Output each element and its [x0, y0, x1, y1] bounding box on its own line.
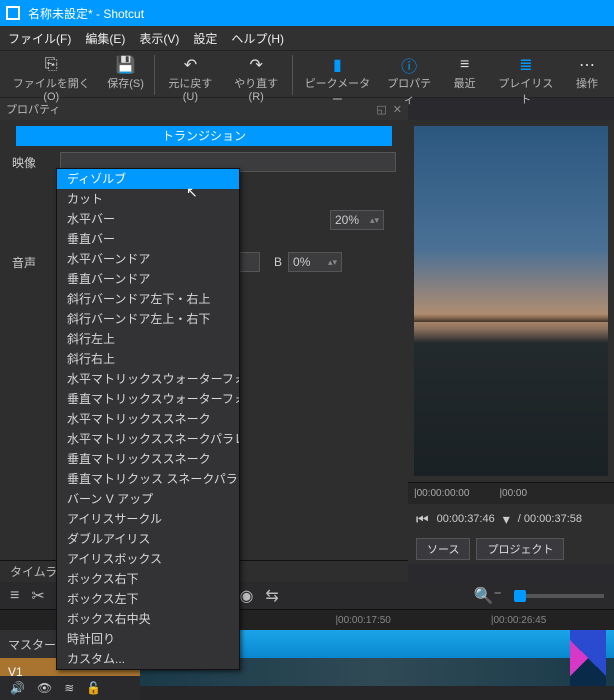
dropdown-item[interactable]: 水平マトリックスウォーターフォ	[57, 369, 239, 389]
recent-icon: ≡	[460, 55, 469, 75]
undo-icon: ↶	[184, 55, 197, 75]
dropdown-item[interactable]: 垂直マトリックスウォーターフォ	[57, 389, 239, 409]
dropdown-item[interactable]: 時計回り	[57, 629, 239, 649]
mouse-cursor-icon: ↖	[186, 184, 198, 201]
dropdown-item[interactable]: ボックス左下	[57, 589, 239, 609]
dropdown-item[interactable]: 水平マトリックススネーク	[57, 409, 239, 429]
dropdown-item[interactable]: カスタム...	[57, 649, 239, 669]
zoom-out-icon[interactable]: 🔍⁻	[474, 586, 502, 606]
transition-clip[interactable]	[570, 630, 606, 686]
dropdown-item[interactable]: 斜行左上	[57, 329, 239, 349]
audio-label: 音声	[12, 254, 60, 271]
dropdown-item[interactable]: ディゾルブ	[57, 169, 239, 189]
app-logo-icon	[6, 6, 20, 20]
toolbar-peakmeter[interactable]: ▮ピークメーター	[296, 55, 379, 107]
chevron-down-icon[interactable]: ▾	[503, 511, 510, 528]
main-toolbar: ⎘ファイルを開く(O) 💾保存(S) ↶元に戻す(U) ↷やり直す(R) ▮ピー…	[0, 50, 614, 98]
menu-file[interactable]: ファイル(F)	[8, 30, 71, 47]
menu-edit[interactable]: 編集(E)	[85, 30, 125, 47]
toolbar-undo[interactable]: ↶元に戻す(U)	[158, 55, 224, 103]
scrub-icon[interactable]: ◉	[239, 586, 253, 606]
b-label: B	[274, 255, 282, 269]
dropdown-item[interactable]: アイリスボックス	[57, 549, 239, 569]
layers-icon[interactable]: ≋	[64, 681, 74, 695]
toolbar-open[interactable]: ⎘ファイルを開く(O)	[2, 55, 101, 103]
info-icon: ⓘ	[401, 55, 417, 75]
menu-bar: ファイル(F) 編集(E) 表示(V) 設定 ヘルプ(H)	[0, 26, 614, 50]
spin-arrows-icon[interactable]: ▴▾	[328, 258, 337, 266]
dropdown-item[interactable]: ボックス右中央	[57, 609, 239, 629]
timeline-menu-icon[interactable]: ≡	[10, 587, 19, 605]
spin-arrows-icon[interactable]: ▴▾	[370, 216, 379, 224]
duration-display: / 00:00:37:58	[518, 513, 582, 525]
preview-image	[414, 126, 608, 476]
separator	[154, 55, 155, 95]
volume-icon[interactable]: 🔊	[10, 681, 25, 695]
window-titlebar: 名称未設定* - Shotcut	[0, 0, 614, 26]
dropdown-item[interactable]: 水平マトリックススネークパラレ	[57, 429, 239, 449]
more-icon: ⋯	[579, 55, 595, 75]
dropdown-item[interactable]: 垂直マトリクッス スネークパラレ	[57, 469, 239, 489]
video-preview[interactable]	[414, 126, 608, 476]
save-icon: 💾	[116, 55, 136, 75]
dropdown-item[interactable]: 垂直マトリックススネーク	[57, 449, 239, 469]
video-label: 映像	[12, 154, 60, 171]
track-controls: 🔊 👁 ≋ 🔓	[0, 676, 140, 700]
toolbar-playlist[interactable]: ≣プレイリスト	[490, 55, 562, 107]
toolbar-extra[interactable]: ⋯操作	[562, 55, 612, 91]
preview-panel: |00:00:00:00 |00:00 ⏮ 00:00:37:46 ▾ / 00…	[408, 120, 614, 564]
project-tab[interactable]: プロジェクト	[476, 538, 564, 560]
lock-icon[interactable]: 🔓	[86, 681, 101, 695]
toolbar-save[interactable]: 💾保存(S)	[101, 55, 151, 91]
dropdown-item[interactable]: 水平バーンドア	[57, 249, 239, 269]
visibility-icon[interactable]: 👁	[37, 681, 52, 695]
menu-view[interactable]: 表示(V)	[139, 30, 179, 47]
ripple-icon[interactable]: ⇆	[265, 586, 278, 606]
dropdown-item[interactable]: 斜行バーンドア左下・右上	[57, 289, 239, 309]
source-tab[interactable]: ソース	[416, 538, 470, 560]
transition-heading: トランジション	[16, 126, 392, 146]
properties-panel-title: プロパティ	[6, 101, 60, 117]
dropdown-item[interactable]: 斜行バーンドア左上・右下	[57, 309, 239, 329]
dropdown-item[interactable]: 斜行右上	[57, 349, 239, 369]
dropdown-item[interactable]: カット	[57, 189, 239, 209]
zoom-slider[interactable]	[514, 594, 604, 598]
dropdown-item[interactable]: ダブルアイリス	[57, 529, 239, 549]
menu-settings[interactable]: 設定	[193, 30, 217, 47]
dropdown-item[interactable]: 垂直バーンドア	[57, 269, 239, 289]
preview-ruler[interactable]: |00:00:00:00 |00:00	[408, 482, 614, 504]
folder-open-icon: ⎘	[45, 55, 58, 75]
dropdown-item[interactable]: バーン V アップ	[57, 489, 239, 509]
cut-icon[interactable]: ✂	[31, 586, 44, 606]
timecode-display[interactable]: 00:00:37:46	[437, 513, 495, 525]
menu-help[interactable]: ヘルプ(H)	[231, 30, 284, 47]
b-spin[interactable]: 0%▴▾	[288, 252, 342, 272]
softness-spin[interactable]: 20%▴▾	[330, 210, 384, 230]
dropdown-item[interactable]: 水平バー	[57, 209, 239, 229]
peakmeter-icon: ▮	[333, 55, 342, 75]
dropdown-item[interactable]: 垂直バー	[57, 229, 239, 249]
video-transition-dropdown[interactable]: ディゾルブカット水平バー垂直バー水平バーンドア垂直バーンドア斜行バーンドア左下・…	[56, 168, 240, 670]
toolbar-recent[interactable]: ≡最近	[440, 55, 490, 91]
redo-icon: ↷	[249, 55, 262, 75]
skip-start-icon[interactable]: ⏮	[416, 511, 429, 528]
preview-mode-tabs: ソース プロジェクト	[408, 534, 614, 564]
playlist-icon: ≣	[519, 55, 532, 75]
separator	[292, 55, 293, 95]
dropdown-item[interactable]: ボックス右下	[57, 569, 239, 589]
transport-bar: ⏮ 00:00:37:46 ▾ / 00:00:37:58	[408, 504, 614, 534]
panel-undock-icon[interactable]: ◱	[376, 103, 386, 116]
toolbar-redo[interactable]: ↷やり直す(R)	[223, 55, 289, 103]
dropdown-item[interactable]: アイリスサークル	[57, 509, 239, 529]
panel-close-icon[interactable]: ✕	[393, 103, 402, 116]
toolbar-properties[interactable]: ⓘプロパティ	[379, 55, 440, 107]
window-title: 名称未設定* - Shotcut	[28, 5, 144, 22]
